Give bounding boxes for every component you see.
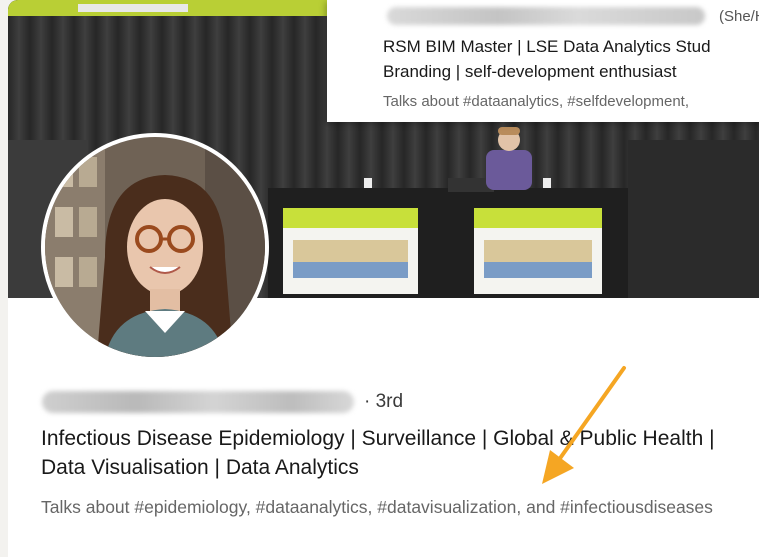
redacted-name[interactable] [42, 391, 354, 413]
overlay-redacted-name[interactable] [387, 7, 705, 25]
overlay-headline-line1: RSM BIM Master | LSE Data Analytics Stud [383, 37, 711, 56]
overlay-headline: RSM BIM Master | LSE Data Analytics Stud… [383, 34, 759, 84]
profile-headline: Infectious Disease Epidemiology | Survei… [41, 427, 715, 479]
overlay-talks-about: Talks about #dataanalytics, #selfdevelop… [383, 93, 690, 110]
connection-degree: · 3rd [364, 391, 404, 412]
overlay-headline-line2: Branding | self-development enthusiast [383, 62, 677, 81]
profile-name-row: · 3rd [42, 388, 403, 416]
overlay-name-row: (She/H [387, 4, 759, 28]
overlay-pronouns: (She/H [719, 7, 759, 25]
profile-avatar[interactable] [41, 133, 269, 361]
profile-talks-about: Talks about #epidemiology, #dataanalytic… [41, 497, 713, 517]
overlay-profile-card: (She/H RSM BIM Master | LSE Data Analyti… [327, 0, 759, 122]
